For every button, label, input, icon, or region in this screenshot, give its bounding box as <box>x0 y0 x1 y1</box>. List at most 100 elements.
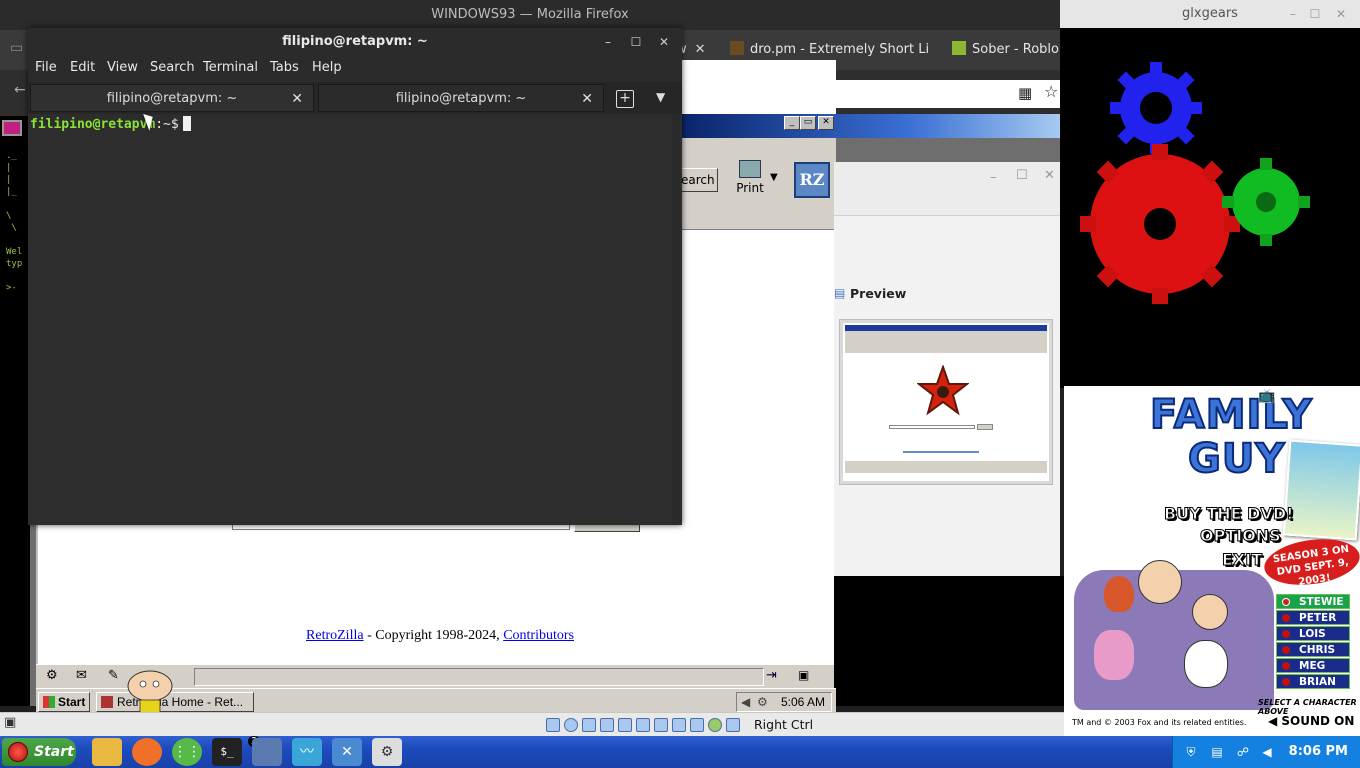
bookmark-star-icon[interactable]: ☆ <box>1044 82 1058 101</box>
menu-terminal[interactable]: Terminal <box>203 60 258 75</box>
retrozilla-titlebar <box>680 114 1060 138</box>
minimize-icon[interactable]: – <box>1282 0 1304 28</box>
brian-dog <box>1184 640 1228 688</box>
display-icon[interactable] <box>654 718 668 732</box>
terminal-tab-1[interactable]: filipino@retapvm: ~ ✕ <box>30 84 314 112</box>
maximize-button[interactable]: ▭ <box>800 116 816 130</box>
search-button[interactable]: earch <box>680 168 718 192</box>
windows-nt-icon[interactable]: ✕ <box>332 738 362 766</box>
terminal-scrollbar[interactable] <box>672 114 680 525</box>
tv-antenna-icon: 📺 <box>1258 388 1276 404</box>
maximize-icon[interactable]: ☐ <box>1016 168 1028 183</box>
menu-help[interactable]: Help <box>312 60 342 75</box>
win98-tray: ◀ ⚙ 5:06 AM <box>736 692 832 712</box>
terminal-prompt: filipino@retapvm:~$ <box>30 116 191 132</box>
close-icon[interactable]: ✕ <box>1044 168 1055 183</box>
thumb-statusbar <box>845 461 1047 473</box>
host-start-button[interactable]: Start <box>2 738 76 766</box>
app-grid-icon[interactable]: ⋮⋮ <box>172 738 202 766</box>
extensions-grid-icon[interactable]: ▦ <box>1018 84 1032 102</box>
settings-gear-icon[interactable]: ⚙ <box>372 738 402 766</box>
close-icon[interactable]: ✕ <box>695 42 706 57</box>
copyright-notice: TM and © 2003 Fox and its related entiti… <box>1072 718 1247 727</box>
retrozilla-link[interactable]: RetroZilla <box>306 628 364 643</box>
character-item-lois[interactable]: LOIS <box>1276 626 1350 641</box>
firefox-view-icon[interactable]: ▭ <box>10 40 23 56</box>
tab-favicon-icon <box>730 41 744 55</box>
volume-icon[interactable]: ◀ <box>1259 744 1275 760</box>
hdd-icon[interactable] <box>546 718 560 732</box>
file-manager-icon[interactable] <box>92 738 122 766</box>
shield-icon[interactable]: ⛨ <box>1183 744 1199 760</box>
terminal-icon[interactable]: $_ <box>212 738 242 766</box>
volume-icon[interactable]: ◀ <box>741 693 750 711</box>
family-guy-app-icon[interactable] <box>252 738 282 766</box>
win98-start-button[interactable]: Start <box>38 692 90 712</box>
win93-terminal-text: ._ | | |_ \ \ Wel typ >- <box>6 151 23 293</box>
glxgears-title: glxgears <box>1182 6 1238 21</box>
character-label: CHRIS <box>1299 644 1336 656</box>
clipboard-icon[interactable]: ▤ <box>1209 744 1225 760</box>
character-item-stewie[interactable]: STEWIE <box>1276 594 1350 609</box>
close-icon[interactable]: ✕ <box>291 85 303 113</box>
mail-icon[interactable]: ✉ <box>76 668 87 683</box>
character-item-brian[interactable]: BRIAN <box>1276 674 1350 689</box>
close-button[interactable]: ✕ <box>818 116 834 130</box>
print-dropdown-icon[interactable]: ▼ <box>770 172 778 183</box>
minimize-icon[interactable]: – <box>596 28 620 56</box>
menu-tabs[interactable]: Tabs <box>270 60 299 75</box>
menu-search[interactable]: Search <box>150 60 195 75</box>
blue-gear-icon <box>1110 62 1202 154</box>
character-item-peter[interactable]: PETER <box>1276 610 1350 625</box>
host-taskbar: Start ⋮⋮ $_ 2 〰 ✕ ⚙ ⛨ ▤ ☍ ◀ 8:06 PM <box>0 736 1360 768</box>
preview-thumbnail <box>840 320 1052 484</box>
terminal-window: filipino@retapvm: ~ – ☐ ✕ File Edit View… <box>28 28 682 525</box>
shared-folders-icon[interactable] <box>636 718 650 732</box>
menu-edit[interactable]: Edit <box>70 60 95 75</box>
print-button[interactable]: Print <box>730 160 770 195</box>
composer-icon[interactable]: ✎ <box>108 668 119 683</box>
navigator-icon[interactable]: ⚙ <box>46 668 58 683</box>
menu-file[interactable]: File <box>35 60 57 75</box>
exit-link[interactable]: EXIT <box>1221 550 1262 570</box>
back-arrow-icon[interactable]: ← <box>14 82 26 98</box>
character-item-meg[interactable]: MEG <box>1276 658 1350 673</box>
close-icon[interactable]: ✕ <box>1330 0 1352 28</box>
close-icon[interactable]: ✕ <box>581 85 593 113</box>
mouse-integration-icon[interactable] <box>708 718 722 732</box>
terminal-tab-2[interactable]: filipino@retapvm: ~ ✕ <box>318 84 604 112</box>
recording-icon[interactable] <box>672 718 686 732</box>
keyboard-capture-icon[interactable] <box>726 718 740 732</box>
options-link[interactable]: OPTIONS <box>1200 526 1282 546</box>
audio-icon[interactable] <box>582 718 596 732</box>
new-tab-button[interactable]: + <box>616 90 634 108</box>
maximize-icon[interactable]: ☐ <box>1304 0 1326 28</box>
buy-dvd-link[interactable]: BUY THE DVD! <box>1163 504 1293 524</box>
terminal-body[interactable]: filipino@retapvm:~$ <box>28 114 682 525</box>
tab-list-dropdown-icon[interactable]: ▼ <box>656 90 665 104</box>
cpu-icon[interactable] <box>690 718 704 732</box>
firefox-icon[interactable] <box>132 738 162 766</box>
retrozilla-footer: RetroZilla - Copyright 1998-2024, Contri… <box>200 628 680 644</box>
network-icon[interactable]: ☍ <box>1235 744 1251 760</box>
character-item-chris[interactable]: CHRIS <box>1276 642 1350 657</box>
win98-clock: 5:06 AM <box>780 695 825 709</box>
minimize-button[interactable]: _ <box>784 116 800 130</box>
menu-view[interactable]: View <box>107 60 138 75</box>
sound-toggle[interactable]: ◀ SOUND ON <box>1268 714 1354 728</box>
host-clock[interactable]: 8:06 PM <box>1289 736 1348 768</box>
prompt-path: :~$ <box>155 117 179 132</box>
maximize-icon[interactable]: ☐ <box>624 28 648 56</box>
firefox-tab-3[interactable]: Sober - Roblo <box>952 36 1060 64</box>
contributors-link[interactable]: Contributors <box>503 628 574 643</box>
minimize-icon[interactable]: – <box>990 170 997 185</box>
system-monitor-icon[interactable]: 〰 <box>292 738 322 766</box>
network-adapter-icon[interactable] <box>600 718 614 732</box>
optical-drive-icon[interactable] <box>564 718 578 732</box>
network-icon[interactable]: ⚙ <box>757 693 768 711</box>
host-system-tray: ⛨ ▤ ☍ ◀ 8:06 PM <box>1172 736 1360 768</box>
usb-icon[interactable] <box>618 718 632 732</box>
green-gear-icon <box>1222 158 1310 246</box>
close-icon[interactable]: ✕ <box>652 28 676 56</box>
printer-icon <box>739 160 761 178</box>
